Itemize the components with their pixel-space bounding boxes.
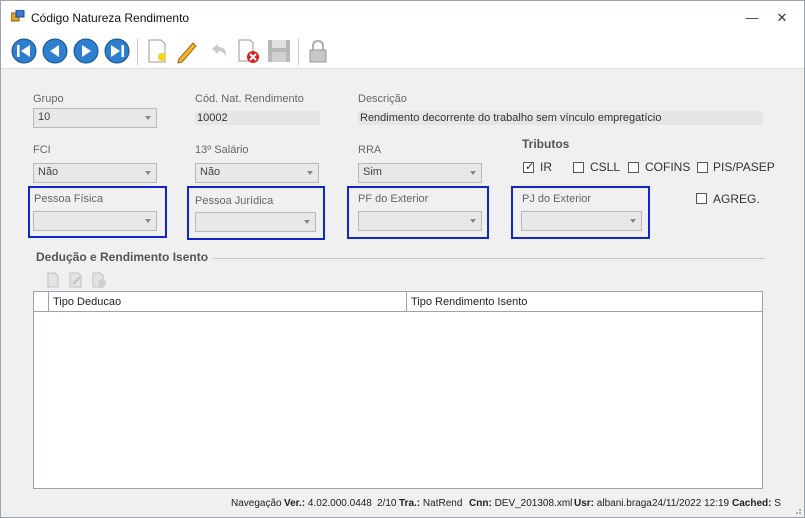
- resize-grip-icon[interactable]: [792, 505, 802, 515]
- lock-button: [309, 39, 327, 63]
- column-header-tipo-deducao[interactable]: Tipo Deducao: [48, 292, 406, 312]
- close-button[interactable]: ✕: [768, 7, 796, 29]
- status-cached-value: S: [774, 498, 781, 509]
- status-cached: Cached: S: [732, 498, 781, 509]
- chevron-down-icon: [145, 219, 151, 223]
- agreg-checkbox[interactable]: [696, 193, 707, 204]
- edit-row-icon: [69, 272, 82, 288]
- status-bar: Navegação Ver.: 4.02.000.0448 2/10 Tra.:…: [1, 490, 804, 517]
- fci-select[interactable]: Não: [33, 163, 157, 183]
- check-icon: ✓: [525, 161, 535, 173]
- column-header-tipo-rendimento[interactable]: Tipo Rendimento Isento: [406, 292, 762, 312]
- grid-header: Tipo Deducao Tipo Rendimento Isento: [34, 292, 762, 312]
- descricao-label: Descrição: [358, 93, 407, 105]
- fci-label: FCI: [33, 144, 51, 156]
- grupo-select[interactable]: 10: [33, 108, 157, 128]
- minimize-icon: —: [745, 10, 759, 25]
- status-ver-label: Ver.:: [284, 498, 306, 509]
- edit-record-button[interactable]: [173, 37, 201, 65]
- decimo-terceiro-label: 13º Salário: [195, 144, 249, 156]
- chevron-down-icon: [630, 219, 636, 223]
- save-record-button: [268, 40, 290, 62]
- group-divider: [213, 258, 765, 259]
- status-cnn-label: Cnn:: [469, 498, 492, 509]
- title-bar: Código Natureza Rendimento — ✕: [1, 1, 804, 33]
- undo-button: [212, 44, 227, 57]
- status-datetime: 24/11/2022 12:19: [652, 498, 730, 509]
- cod-nat-value: 10002: [197, 112, 228, 124]
- window-title: Código Natureza Rendimento: [31, 11, 190, 25]
- deducao-title: Dedução e Rendimento Isento: [36, 250, 209, 264]
- rra-value: Sim: [363, 166, 382, 178]
- next-record-button[interactable]: [72, 37, 100, 65]
- status-cnn: Cnn: DEV_201308.xml: [469, 498, 572, 509]
- new-record-button[interactable]: [143, 37, 171, 65]
- pessoa-fisica-label: Pessoa Física: [34, 193, 104, 205]
- cod-nat-field: 10002: [195, 111, 320, 125]
- rra-select[interactable]: Sim: [358, 163, 482, 183]
- fci-value: Não: [38, 166, 59, 178]
- pis-pasep-label: PIS/PASEP: [713, 160, 775, 174]
- app-icon: [11, 10, 25, 22]
- chevron-down-icon: [470, 219, 476, 223]
- status-ver: Ver.: 4.02.000.0448: [284, 498, 372, 509]
- pis-pasep-checkbox[interactable]: [697, 162, 708, 173]
- deducao-grid[interactable]: Tipo Deducao Tipo Rendimento Isento: [33, 291, 763, 489]
- chevron-down-icon: [470, 171, 476, 175]
- toolbar-separator: [137, 39, 138, 65]
- chevron-down-icon: [145, 116, 151, 120]
- tributos-title: Tributos: [522, 137, 570, 151]
- close-icon: ✕: [776, 10, 788, 25]
- window: Código Natureza Rendimento — ✕ Grupo 10 …: [0, 0, 805, 518]
- cod-nat-label: Cód. Nat. Rendimento: [195, 93, 304, 105]
- status-ver-value: 4.02.000.0448: [307, 498, 372, 509]
- cofins-checkbox[interactable]: [628, 162, 639, 173]
- decimo-terceiro-select[interactable]: Não: [195, 163, 319, 183]
- previous-record-button[interactable]: [41, 37, 69, 65]
- csll-checkbox[interactable]: [573, 162, 584, 173]
- agreg-label: AGREG.: [713, 192, 760, 206]
- row-selector-header: [34, 292, 48, 312]
- delete-row-icon: [92, 272, 106, 288]
- last-record-button[interactable]: [103, 37, 131, 65]
- first-record-button[interactable]: [10, 37, 38, 65]
- ir-checkbox[interactable]: ✓: [523, 161, 535, 173]
- grupo-value: 10: [38, 111, 51, 123]
- status-cached-label: Cached:: [732, 498, 772, 509]
- form-area: Grupo 10 Cód. Nat. Rendimento 10002 Desc…: [1, 70, 804, 490]
- csll-label: CSLL: [590, 160, 621, 174]
- rra-label: RRA: [358, 144, 382, 156]
- pj-exterior-label: PJ do Exterior: [522, 193, 592, 205]
- status-navegacao: Navegação: [231, 498, 282, 509]
- toolbar: [1, 33, 804, 69]
- descricao-value: Rendimento decorrente do trabalho sem ví…: [360, 112, 662, 124]
- grupo-label: Grupo: [33, 93, 64, 105]
- chevron-down-icon: [307, 171, 313, 175]
- status-usr-value: albani.braga: [596, 498, 652, 509]
- status-usr-label: Usr:: [574, 498, 595, 509]
- pj-exterior-select[interactable]: [521, 211, 642, 231]
- minimize-button[interactable]: —: [738, 7, 766, 29]
- status-cnn-value: DEV_201308.xml: [494, 498, 573, 509]
- status-tra-value: NatRend: [422, 498, 463, 509]
- chevron-down-icon: [145, 171, 151, 175]
- delete-record-button[interactable]: [235, 37, 263, 65]
- chevron-down-icon: [304, 220, 310, 224]
- status-usr: Usr: albani.braga: [574, 498, 652, 509]
- cofins-label: COFINS: [645, 160, 691, 174]
- pf-exterior-label: PF do Exterior: [358, 193, 429, 205]
- status-tra: Tra.: NatRend: [399, 498, 462, 509]
- pessoa-fisica-select[interactable]: [33, 211, 157, 231]
- status-tra-label: Tra.:: [399, 498, 421, 509]
- status-page: 2/10: [377, 498, 397, 509]
- descricao-field: Rendimento decorrente do trabalho sem ví…: [358, 111, 763, 125]
- pessoa-juridica-select[interactable]: [195, 212, 316, 232]
- decimo-terceiro-value: Não: [200, 166, 221, 178]
- pessoa-juridica-label: Pessoa Jurídica: [195, 195, 274, 207]
- pf-exterior-select[interactable]: [358, 211, 482, 231]
- ir-label: IR: [540, 160, 552, 174]
- toolbar-separator: [298, 39, 299, 65]
- new-row-icon: [47, 272, 59, 288]
